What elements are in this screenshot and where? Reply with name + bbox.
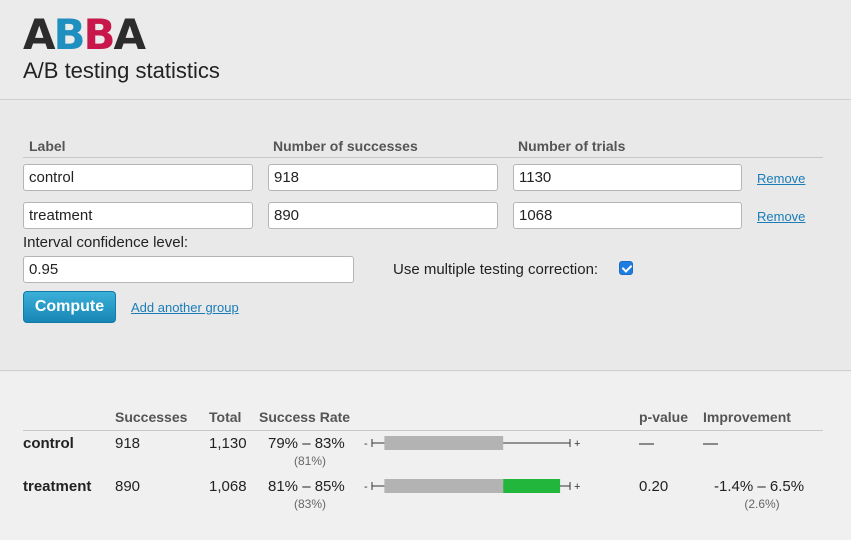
group-2-label-input[interactable] [23, 202, 253, 229]
results-header-successes: Successes [115, 409, 188, 425]
results-header-improvement: Improvement [703, 409, 791, 425]
result-row-1-improvement-range: — [703, 435, 718, 452]
group-1-successes-input[interactable] [268, 164, 498, 191]
group-1-remove-link[interactable]: Remove [757, 171, 805, 186]
results-header-pvalue: p-value [639, 409, 689, 425]
interval-bar [384, 436, 504, 450]
result-row-2-rate-range: 81% – 85% [268, 478, 345, 495]
result-row-2-rate-point: (83%) [293, 497, 326, 511]
group-2-successes-input[interactable] [268, 202, 498, 229]
result-row-2-label: treatment [23, 478, 92, 495]
axis-plus-sign: + [574, 438, 580, 450]
add-group-link[interactable]: Add another group [131, 300, 239, 315]
result-row-1-total: 1,130 [209, 435, 247, 452]
result-row-1-pvalue: — [639, 435, 654, 452]
logo-letter-2: B [53, 10, 86, 59]
results-divider [23, 430, 823, 431]
result-row-2-total: 1,068 [209, 478, 247, 495]
compute-button[interactable]: Compute [23, 291, 116, 323]
logo-letter-3: B [83, 10, 116, 59]
result-row-1-rate-point: (81%) [293, 454, 326, 468]
axis-plus-sign: + [574, 481, 580, 493]
result-row-2-successes: 890 [115, 478, 141, 495]
result-row-1-label: control [23, 435, 74, 452]
column-header-label: Label [29, 138, 66, 154]
result-row-1-interval-plot: - + [364, 436, 580, 450]
input-form: Label Number of successes Number of tria… [0, 101, 851, 371]
results-table: Successes Total Success Rate p-value Imp… [0, 372, 851, 540]
axis-minus-sign: - [364, 481, 368, 493]
multiple-testing-label: Use multiple testing correction: [393, 261, 599, 278]
group-2-trials-input[interactable] [513, 202, 742, 229]
axis-minus-sign: - [364, 438, 368, 450]
column-header-successes: Number of successes [273, 138, 418, 154]
logo-letter-1: A [23, 10, 55, 59]
result-row-2-improvement-point: (2.6%) [744, 497, 780, 511]
page-subtitle: A/B testing statistics [23, 58, 220, 83]
result-row-1-rate-range: 79% – 83% [268, 435, 345, 452]
column-header-trials: Number of trials [518, 138, 626, 154]
app-header: ABBA A/B testing statistics [0, 0, 851, 100]
group-2-remove-link[interactable]: Remove [757, 209, 805, 224]
results-header-total: Total [209, 409, 242, 425]
header-divider [23, 157, 823, 158]
result-row-2-interval-plot: - + [364, 479, 580, 493]
abba-logo: ABBA [23, 10, 146, 59]
result-row-2-improvement-range: -1.4% – 6.5% [714, 478, 805, 495]
confidence-level-label: Interval confidence level: [23, 234, 189, 251]
multiple-testing-checkbox[interactable] [619, 261, 633, 275]
result-row-2-pvalue: 0.20 [639, 478, 669, 495]
group-1-label-input[interactable] [23, 164, 253, 191]
interval-bar-improvement [503, 479, 561, 493]
confidence-level-input[interactable] [23, 256, 354, 283]
results-header-rate: Success Rate [259, 409, 351, 425]
logo-letter-4: A [113, 10, 146, 59]
group-1-trials-input[interactable] [513, 164, 742, 191]
result-row-1-successes: 918 [115, 435, 141, 452]
interval-bar-overlap [384, 479, 504, 493]
